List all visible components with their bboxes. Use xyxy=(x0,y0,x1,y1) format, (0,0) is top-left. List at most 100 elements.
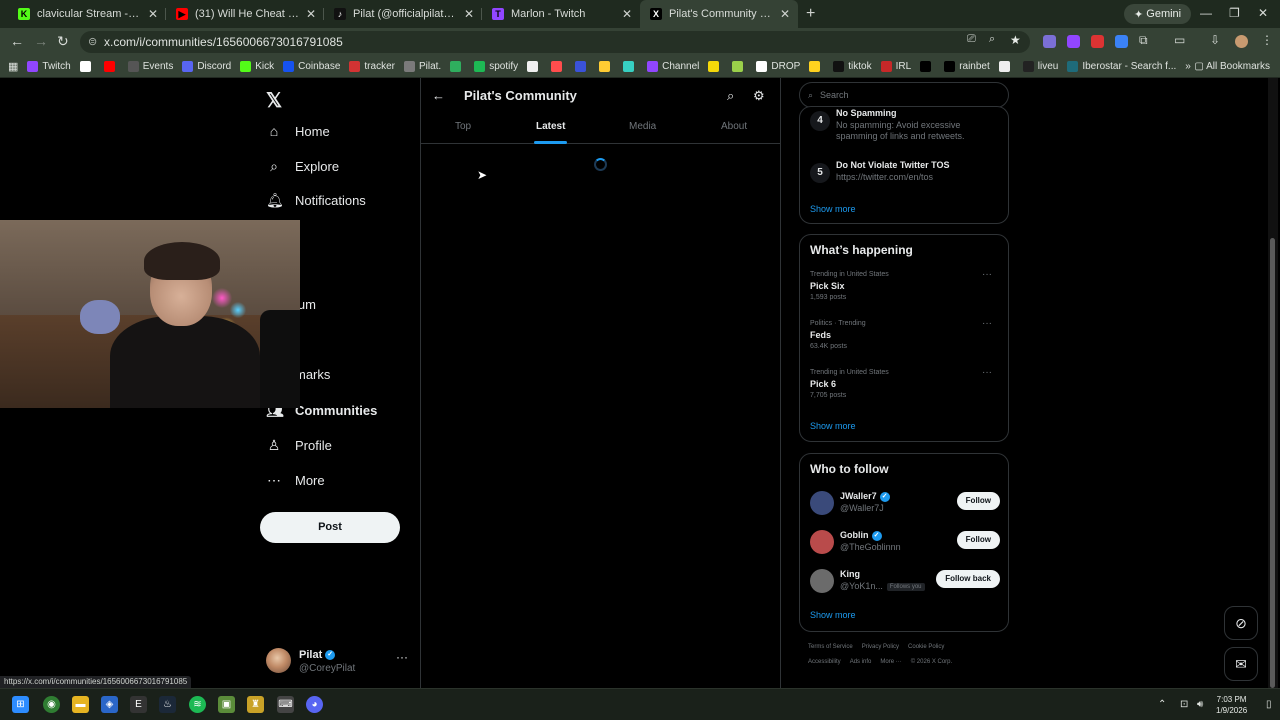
bookmark-item[interactable]: liveu xyxy=(1022,61,1058,72)
extension-icon[interactable] xyxy=(1115,35,1128,48)
tab-latest[interactable]: Latest xyxy=(534,121,568,144)
bookmark-item[interactable] xyxy=(527,61,542,72)
bookmark-item[interactable] xyxy=(708,61,723,72)
zoom-icon[interactable]: ⌕ xyxy=(989,33,995,46)
bookmark-item[interactable]: Events xyxy=(127,61,173,72)
close-tab-icon[interactable]: ✕ xyxy=(306,7,316,21)
bookmark-item[interactable]: tracker xyxy=(349,61,395,72)
follow-suggestion[interactable]: JWaller7 ✓ @Waller7J Follow xyxy=(810,490,1000,520)
apps-grid-icon[interactable]: ▦ xyxy=(8,60,18,73)
follow-button[interactable]: Follow xyxy=(956,492,1000,510)
chrome-menu-icon[interactable]: ⋮ xyxy=(1261,33,1273,47)
extensions-puzzle-icon[interactable]: ⧉ xyxy=(1139,33,1148,48)
steam-icon[interactable]: ♨ xyxy=(159,696,176,713)
bookmark-item[interactable] xyxy=(623,61,638,72)
account-switcher[interactable]: Pilat ✓ @CoreyPilat ··· xyxy=(266,646,416,676)
follow-button[interactable]: Follow back xyxy=(936,570,1000,588)
notifications-icon[interactable]: ▯ xyxy=(1266,699,1272,710)
bookmark-item[interactable] xyxy=(551,61,566,72)
footer-link[interactable]: Terms of Service xyxy=(808,644,853,650)
file-explorer-icon[interactable]: ▬ xyxy=(72,696,89,713)
search-input[interactable]: ⌕ Search xyxy=(799,82,1009,108)
rules-show-more-link[interactable]: Show more xyxy=(810,204,856,214)
messages-icon[interactable]: ✉ xyxy=(1224,647,1258,681)
all-bookmarks-button[interactable]: ▢ All Bookmarks xyxy=(1194,61,1270,72)
footer-link[interactable]: © 2026 X Corp. xyxy=(911,659,952,665)
bookmark-item[interactable]: DROP xyxy=(756,61,800,72)
epic-games-icon[interactable]: E xyxy=(130,696,147,713)
browser-tab[interactable]: T Marlon - Twitch ✕ xyxy=(482,0,640,28)
back-arrow-icon[interactable]: ← xyxy=(432,88,445,103)
new-tab-button[interactable]: + xyxy=(806,5,815,23)
trend-item[interactable]: Politics · Trending Feds 63.4K posts ··· xyxy=(810,318,1000,350)
nav-item-bell[interactable]: 🔔︎ Notifications xyxy=(266,192,366,209)
bookmark-item[interactable] xyxy=(450,61,465,72)
bookmark-item[interactable]: Kick xyxy=(240,61,274,72)
spotify-icon[interactable]: ≋ xyxy=(189,696,206,713)
grok-icon[interactable]: ⊘ xyxy=(1224,606,1258,640)
tab-top[interactable]: Top xyxy=(455,121,471,132)
network-icon[interactable]: ⊡ xyxy=(1180,699,1188,710)
trend-more-icon[interactable]: ··· xyxy=(982,367,992,378)
adblock-extension-icon[interactable] xyxy=(1091,35,1104,48)
scrollbar-thumb[interactable] xyxy=(1270,238,1275,688)
app-icon[interactable]: ◈ xyxy=(101,696,118,713)
volume-icon[interactable]: 🔊︎ xyxy=(1197,699,1203,710)
minecraft-icon[interactable]: ▣ xyxy=(218,696,235,713)
trend-item[interactable]: Trending in United States Pick 6 7,705 p… xyxy=(810,367,1000,399)
tray-chevron-icon[interactable]: ⌃ xyxy=(1158,699,1166,710)
tab-media[interactable]: Media xyxy=(629,121,656,132)
browser-tab[interactable]: ♪ Pilat (@officialpilat) | TikTok ✕ xyxy=(324,0,482,28)
footer-link[interactable]: Cookie Policy xyxy=(908,644,944,650)
follow-button[interactable]: Follow xyxy=(956,531,1000,549)
twitch-extension-icon[interactable] xyxy=(1067,35,1080,48)
close-tab-icon[interactable]: ✕ xyxy=(622,7,632,21)
bookmark-item[interactable] xyxy=(998,61,1014,72)
follow-suggestion[interactable]: Goblin ✓ @TheGoblinnn Follow xyxy=(810,529,1000,559)
profile-avatar[interactable] xyxy=(1235,35,1248,48)
bookmark-item[interactable] xyxy=(599,61,614,72)
bookmark-item[interactable] xyxy=(732,61,747,72)
maximize-icon[interactable]: ❐ xyxy=(1229,6,1240,20)
close-window-icon[interactable]: ✕ xyxy=(1258,6,1268,20)
back-arrow-icon[interactable]: ← xyxy=(10,33,24,49)
address-bar[interactable]: ⊜ x.com/i/communities/165600667301679108… xyxy=(80,31,1030,53)
bookmark-item[interactable] xyxy=(809,61,824,72)
follow-suggestion[interactable]: King @YoK1n... Follows you Follow back xyxy=(810,568,1000,598)
sidepanel-icon[interactable]: ▭ xyxy=(1174,33,1185,47)
bookmark-item[interactable]: rainbet xyxy=(944,61,990,72)
keyboard-app-icon[interactable]: ⌨ xyxy=(277,696,294,713)
browser-tab[interactable]: X Pilat's Community Community ✕ xyxy=(640,0,798,28)
bookmark-item[interactable]: Coinbase xyxy=(283,61,340,72)
reload-icon[interactable]: ↻ xyxy=(57,33,69,50)
close-tab-icon[interactable]: ✕ xyxy=(464,7,474,21)
bookmark-item[interactable]: spotify xyxy=(474,61,518,72)
windows-start-icon[interactable]: ⊞ xyxy=(12,696,29,713)
bookmark-item[interactable] xyxy=(103,61,119,72)
app-icon[interactable]: ♜ xyxy=(247,696,264,713)
bookmark-item[interactable]: IRL xyxy=(880,61,911,72)
system-clock[interactable]: 7:03 PM 1/9/2026 xyxy=(1216,694,1247,716)
gear-icon[interactable]: ⚙ xyxy=(753,88,765,104)
bookmark-item[interactable]: Channel xyxy=(647,61,699,72)
nav-item-more[interactable]: ⋯ More xyxy=(266,472,325,489)
bookmarks-overflow-icon[interactable]: » xyxy=(1185,61,1191,72)
bookmark-item[interactable] xyxy=(575,61,590,72)
gemini-button[interactable]: ✦ Gemini xyxy=(1124,4,1192,24)
footer-link[interactable]: More ··· xyxy=(880,659,901,665)
bookmark-item[interactable]: Discord xyxy=(182,61,231,72)
bookmark-item[interactable]: Iberostar - Search f... xyxy=(1067,61,1176,72)
install-app-icon[interactable]: ⎚ xyxy=(967,33,976,46)
post-button[interactable]: Post xyxy=(260,512,400,543)
search-icon[interactable]: ⌕ xyxy=(727,88,734,104)
trend-more-icon[interactable]: ··· xyxy=(982,318,992,329)
close-tab-icon[interactable]: ✕ xyxy=(780,7,790,21)
footer-link[interactable]: Ads info xyxy=(850,659,872,665)
bookmark-item[interactable] xyxy=(920,61,935,72)
downloads-icon[interactable]: ⇩ xyxy=(1210,33,1220,47)
bookmark-star-icon[interactable]: ★ xyxy=(1010,33,1021,47)
nav-item-search[interactable]: ⌕ Explore xyxy=(266,158,339,175)
footer-link[interactable]: Privacy Policy xyxy=(862,644,899,650)
follow-show-more-link[interactable]: Show more xyxy=(810,610,856,620)
more-options-icon[interactable]: ··· xyxy=(396,650,408,664)
